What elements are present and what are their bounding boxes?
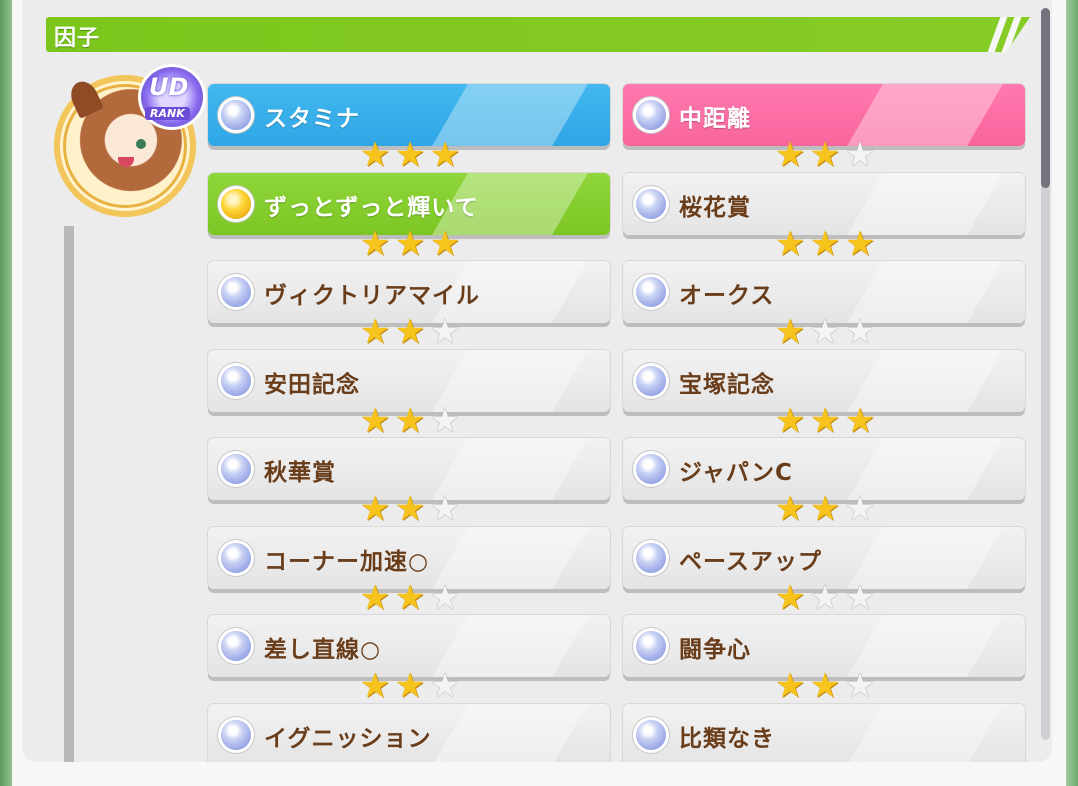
factor-card[interactable]: ヴィクトリアマイル (208, 261, 610, 323)
factor-card[interactable]: 差し直線○ (208, 615, 610, 677)
character-eye (136, 139, 146, 149)
factor-gem-icon (221, 542, 251, 573)
card-gloss (847, 349, 1003, 412)
factor-card[interactable]: コーナー加速○ (208, 526, 610, 589)
card-gloss (847, 526, 1003, 589)
factor-gem-icon (221, 454, 251, 484)
factor-name: 安田記念 (264, 371, 360, 398)
factor-gem-icon (221, 631, 251, 661)
character-mouth (118, 157, 134, 167)
factor-card[interactable]: オークス (623, 261, 1025, 323)
card-gloss (432, 615, 588, 677)
factor-card[interactable]: ジャパンC (623, 438, 1025, 500)
factor-gem-icon (221, 188, 251, 219)
card-gloss (847, 261, 1003, 323)
card-gloss (432, 526, 588, 589)
factor-name: コーナー加速○ (264, 548, 430, 575)
card-gloss (432, 349, 588, 412)
factor-gem-icon (636, 365, 666, 396)
section-title: 因子 (54, 26, 101, 51)
panel-bottom-edge (12, 762, 1066, 786)
factor-card[interactable]: 桜花賞 (623, 172, 1025, 235)
factor-card[interactable]: ずっとずっと輝いて (208, 172, 610, 235)
factor-card[interactable]: 秋華賞 (208, 438, 610, 500)
factor-card[interactable]: スタミナ (208, 84, 610, 146)
rank-badge: UD RANK (138, 64, 206, 130)
factor-scroll-area[interactable]: 因子 UD RANK スタミナ ★ ★ ★ ずっとずっと輝いて ★ ★ ★ ヴィクトリアマイル ★… (0, 0, 1078, 762)
factor-name: ヴィクトリアマイル (264, 283, 480, 309)
card-gloss (432, 703, 588, 762)
factor-name: 秋華賞 (264, 460, 336, 486)
factor-gem-icon (636, 454, 666, 484)
card-gloss (432, 438, 588, 500)
factor-card[interactable]: 安田記念 (208, 349, 610, 412)
factor-name: 中距離 (679, 106, 751, 132)
rank-grade: UD (149, 73, 189, 101)
scrollbar[interactable] (1041, 8, 1050, 740)
factor-name: 差し直線○ (264, 637, 382, 663)
factor-gem-icon (636, 631, 666, 661)
factor-name: ペースアップ (679, 548, 822, 575)
factor-name: 桜花賞 (679, 194, 751, 221)
factor-name: スタミナ (264, 106, 360, 132)
factor-name: ずっとずっと輝いて (264, 194, 479, 221)
factor-name: 宝塚記念 (679, 371, 775, 398)
scrollbar-thumb[interactable] (1041, 8, 1050, 188)
factor-gem-icon (221, 365, 251, 396)
card-gloss (847, 615, 1003, 677)
profile-divider (64, 226, 74, 762)
card-gloss (432, 84, 588, 146)
factor-name: ジャパンC (679, 460, 793, 486)
factor-gem-icon (636, 277, 666, 307)
factor-gem-icon (636, 188, 666, 219)
factor-name: イグニッション (264, 725, 432, 752)
factor-card[interactable]: 闘争心 (623, 615, 1025, 677)
factor-card[interactable]: 宝塚記念 (623, 349, 1025, 412)
section-header: 因子 (46, 17, 1030, 52)
card-gloss (847, 84, 1003, 146)
factor-card[interactable]: 比類なき (623, 703, 1025, 762)
factor-name: オークス (679, 283, 775, 309)
factor-card[interactable]: イグニッション (208, 703, 610, 762)
factor-gem-icon (636, 100, 666, 130)
card-gloss (847, 438, 1003, 500)
card-gloss (847, 703, 1003, 762)
factor-gem-icon (636, 542, 666, 573)
factor-card[interactable]: 中距離 (623, 84, 1025, 146)
rank-label: RANK (145, 107, 190, 120)
factor-gem-icon (221, 277, 251, 307)
factor-gem-icon (636, 719, 666, 750)
factor-gem-icon (221, 719, 251, 750)
factor-card[interactable]: ペースアップ (623, 526, 1025, 589)
factor-gem-icon (221, 100, 251, 130)
factor-name: 闘争心 (679, 637, 751, 663)
card-gloss (847, 172, 1003, 235)
factor-name: 比類なき (679, 725, 775, 752)
